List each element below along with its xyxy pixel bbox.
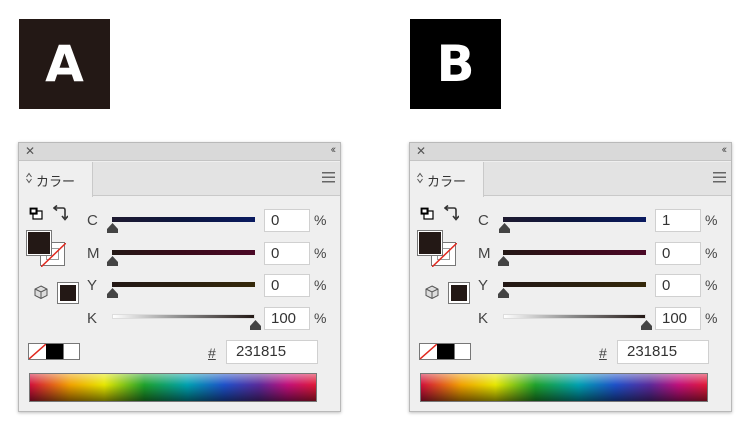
none-swatch[interactable] [419,343,438,360]
k-label: K [87,310,98,327]
c-percent: % [314,212,327,228]
c-value-input[interactable]: 0 [264,209,310,232]
m-slider-thumb[interactable] [107,256,118,266]
white-swatch[interactable] [454,344,470,359]
label-b-badge: B [410,19,501,109]
y-slider-thumb[interactable] [107,288,118,298]
collapse-icon[interactable]: ‹‹ [331,144,337,157]
tab-arrows-icon[interactable] [417,172,423,184]
fill-color-swatch[interactable] [418,231,442,255]
out-of-gamut-icon[interactable] [34,285,48,299]
c-percent: % [705,212,718,228]
color-panel-a: ✕ ‹‹ カラー C 0 % M 0 % Y 0 % K 100 % # 231… [18,142,341,412]
panel-tabbar: カラー [410,162,731,197]
panel-menu-icon[interactable] [713,172,726,183]
swap-colors-icon[interactable] [53,205,68,221]
default-colors-icon[interactable] [420,207,434,220]
tab-label: カラー [36,174,76,189]
color-spectrum-bar[interactable] [29,373,317,402]
fill-color-swatch[interactable] [27,231,51,255]
k-slider-thumb[interactable] [250,320,261,330]
collapse-icon[interactable]: ‹‹ [722,144,728,157]
y-slider-thumb[interactable] [498,288,509,298]
k-percent: % [314,310,327,326]
tab-arrows-icon[interactable] [26,172,32,184]
panel-tabbar: カラー [19,162,340,197]
hex-hash-label: # [208,345,216,361]
tab-label: カラー [427,174,467,189]
c-slider-thumb[interactable] [499,223,510,233]
k-value-input[interactable]: 100 [264,307,310,330]
hex-input[interactable]: 231815 [226,340,318,364]
y-percent: % [314,277,327,293]
close-icon[interactable]: ✕ [416,145,426,158]
out-of-gamut-icon[interactable] [425,285,439,299]
k-label: K [478,310,489,327]
m-slider-track[interactable] [503,250,646,255]
y-slider-track[interactable] [112,282,255,287]
c-value-input[interactable]: 1 [655,209,701,232]
tab-color[interactable]: カラー [19,162,93,197]
panel-titlebar: ✕ ‹‹ [19,143,340,161]
web-safe-swatch[interactable] [449,283,469,303]
panel-titlebar: ✕ ‹‹ [410,143,731,161]
white-swatch[interactable] [63,344,79,359]
none-swatch[interactable] [28,343,47,360]
m-value-input[interactable]: 0 [655,242,701,265]
k-slider-thumb[interactable] [641,320,652,330]
color-spectrum-bar[interactable] [420,373,708,402]
y-label: Y [478,277,489,294]
label-a-text: A [45,35,84,93]
m-slider-thumb[interactable] [498,256,509,266]
color-panel-b: ✕ ‹‹ カラー C 1 % M 0 % Y 0 % K 100 % # 231… [409,142,732,412]
k-value-input[interactable]: 100 [655,307,701,330]
m-label: M [478,245,491,262]
c-slider-track[interactable] [503,217,646,222]
m-percent: % [705,245,718,261]
m-slider-track[interactable] [112,250,255,255]
quick-swatches [419,343,471,360]
m-value-input[interactable]: 0 [264,242,310,265]
y-percent: % [705,277,718,293]
y-label: Y [87,277,98,294]
y-value-input[interactable]: 0 [264,274,310,297]
label-b-text: B [436,35,475,93]
label-a-badge: A [19,19,110,109]
y-value-input[interactable]: 0 [655,274,701,297]
hex-hash-label: # [599,345,607,361]
k-slider-track[interactable] [503,314,646,319]
default-colors-icon[interactable] [29,207,43,220]
quick-swatches [28,343,80,360]
panel-menu-icon[interactable] [322,172,335,183]
hex-input[interactable]: 231815 [617,340,709,364]
close-icon[interactable]: ✕ [25,145,35,158]
y-slider-track[interactable] [503,282,646,287]
c-slider-thumb[interactable] [107,223,118,233]
web-safe-swatch[interactable] [58,283,78,303]
k-percent: % [705,310,718,326]
m-percent: % [314,245,327,261]
k-slider-track[interactable] [112,314,255,319]
black-swatch[interactable] [46,344,63,359]
c-label: C [478,212,489,229]
c-slider-track[interactable] [112,217,255,222]
swap-colors-icon[interactable] [444,205,459,221]
m-label: M [87,245,100,262]
c-label: C [87,212,98,229]
black-swatch[interactable] [437,344,454,359]
tab-color[interactable]: カラー [410,162,484,197]
